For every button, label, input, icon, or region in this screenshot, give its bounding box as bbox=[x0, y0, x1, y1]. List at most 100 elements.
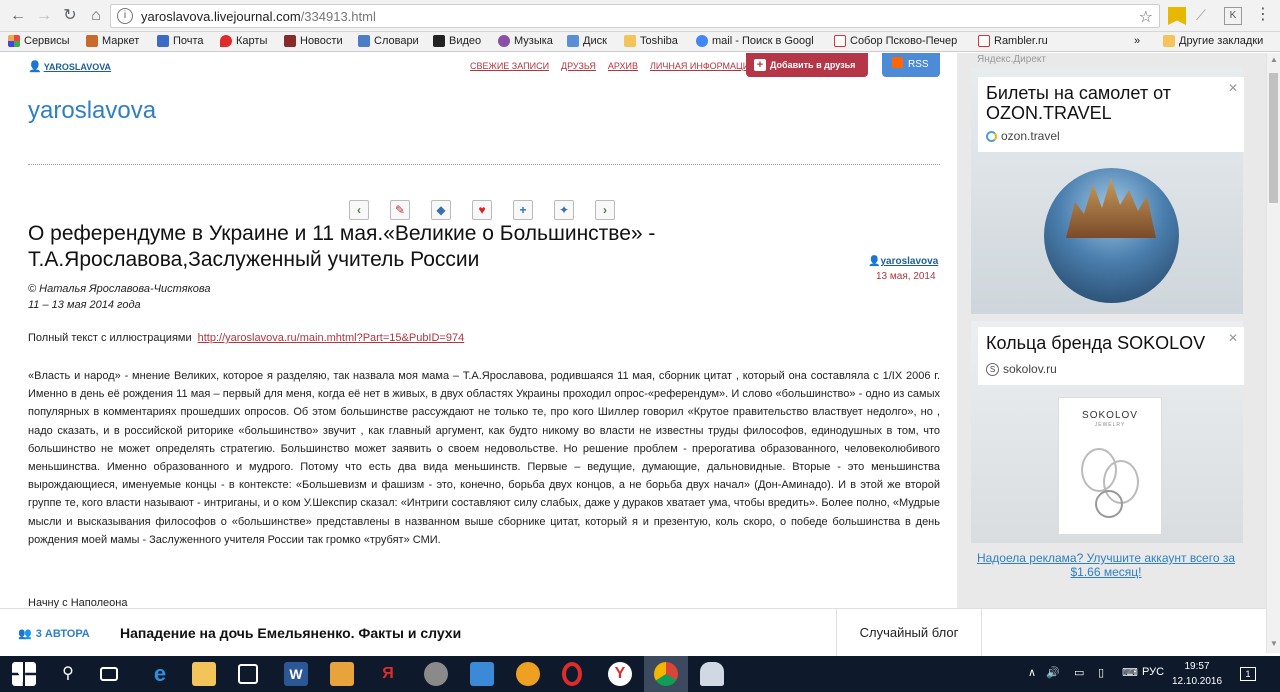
ad-sokolov-head[interactable]: Кольца бренда SOKOLOV Ssokolov.ru ✕ bbox=[978, 327, 1244, 385]
previous-icon[interactable]: ‹ bbox=[349, 200, 369, 220]
store-icon[interactable] bbox=[238, 664, 258, 684]
post-byline: © Наталья Ярославова-Чистякова 11 – 13 м… bbox=[28, 281, 211, 313]
ad-sokolov[interactable]: Кольца бренда SOKOLOV Ssokolov.ru ✕ SOKO… bbox=[971, 321, 1244, 543]
odnoklassniki-icon[interactable] bbox=[516, 662, 540, 686]
next-icon[interactable]: › bbox=[595, 200, 615, 220]
battery-icon[interactable]: ▯ bbox=[1098, 666, 1104, 679]
edit-pencil-icon[interactable]: ✎ bbox=[390, 200, 410, 220]
bookmark-maps[interactable]: Карты bbox=[220, 35, 267, 47]
reload-icon[interactable]: ↻ bbox=[60, 6, 80, 26]
app-icon[interactable] bbox=[424, 662, 448, 686]
ozon-icon bbox=[986, 130, 997, 142]
page-scrollbar[interactable]: ▲ ▼ bbox=[1266, 53, 1280, 653]
headline-link[interactable]: Нападение на дочь Емельяненко. Факты и с… bbox=[120, 625, 461, 641]
volume-icon[interactable]: 🔊 bbox=[1046, 666, 1060, 679]
lj-user-link[interactable]: 👤 YAROSLAVOVA bbox=[28, 60, 111, 73]
opera-icon[interactable] bbox=[562, 662, 582, 686]
notification-icon[interactable]: 1 bbox=[1240, 667, 1256, 681]
extension-icon[interactable]: ⟋ bbox=[1196, 7, 1214, 25]
blog-title[interactable]: yaroslavova bbox=[28, 97, 156, 125]
bookmark-flag-icon[interactable] bbox=[1168, 7, 1186, 25]
back-icon[interactable]: ← bbox=[8, 6, 28, 26]
extension-k-icon[interactable]: K bbox=[1224, 7, 1242, 25]
ad-sokolov-domain[interactable]: Ssokolov.ru bbox=[986, 362, 1057, 376]
heart-icon[interactable]: ♥ bbox=[472, 200, 492, 220]
ad-ozon-domain[interactable]: ozon.travel bbox=[986, 129, 1060, 143]
bookmark-other[interactable]: Другие закладки bbox=[1163, 35, 1263, 47]
ad-sokolov-image[interactable]: SOKOLOV JEWELRY bbox=[1058, 397, 1162, 535]
tray-chevron-icon[interactable]: ∧ bbox=[1028, 666, 1036, 679]
network-icon[interactable]: ▭ bbox=[1074, 666, 1084, 679]
yandex-icon bbox=[978, 35, 990, 47]
mail-app-icon[interactable] bbox=[470, 662, 494, 686]
rss-button[interactable]: RSS bbox=[882, 53, 940, 77]
nav-archive[interactable]: АРХИВ bbox=[608, 61, 638, 71]
menu-icon[interactable]: ⋮ bbox=[1254, 7, 1272, 25]
bookmark-video[interactable]: Видео bbox=[433, 35, 481, 47]
tag-icon[interactable]: ◆ bbox=[431, 200, 451, 220]
ad-ozon-title[interactable]: Билеты на самолет от OZON.TRAVEL bbox=[986, 83, 1216, 123]
bookmark-music[interactable]: Музыка bbox=[498, 35, 553, 47]
scroll-up-icon[interactable]: ▲ bbox=[1269, 55, 1279, 64]
word-icon[interactable]: W bbox=[284, 662, 308, 686]
close-icon[interactable]: ✕ bbox=[1228, 331, 1238, 345]
lj-user-name[interactable]: YAROSLAVOVA bbox=[44, 62, 111, 72]
yandex-icon[interactable]: Y bbox=[608, 662, 632, 686]
fulltext-link[interactable]: http://yaroslavova.ru/main.mhtml?Part=15… bbox=[198, 332, 465, 344]
bookmark-star-icon[interactable]: ☆ bbox=[1139, 7, 1153, 27]
scrollbar-thumb[interactable] bbox=[1269, 73, 1278, 203]
nav-friends[interactable]: ДРУЗЬЯ bbox=[561, 61, 596, 71]
authors-link[interactable]: 👥 3 АВТОРА bbox=[18, 627, 90, 641]
paint-icon[interactable] bbox=[700, 662, 724, 686]
language-indicator[interactable]: РУС bbox=[1142, 666, 1164, 678]
nav-profile[interactable]: ЛИЧНАЯ ИНФОРМАЦИЯ bbox=[650, 61, 756, 71]
media-icon[interactable] bbox=[330, 662, 354, 686]
search-icon[interactable]: ⚲ bbox=[56, 662, 80, 686]
bookmark-dictionaries[interactable]: Словари bbox=[358, 35, 419, 47]
language-settings-icon[interactable]: ⌨ bbox=[1122, 666, 1138, 679]
random-blog-button[interactable]: Случайный блог bbox=[836, 609, 982, 657]
task-view-icon[interactable] bbox=[100, 667, 118, 681]
bookmark-apps[interactable]: Сервисы bbox=[8, 35, 70, 47]
map-pin-icon bbox=[220, 35, 232, 47]
ad-promo-link[interactable]: Надоела реклама? Улучшите аккаунт всего … bbox=[971, 551, 1241, 579]
bookmark-disk[interactable]: Диск bbox=[567, 35, 607, 47]
scroll-down-icon[interactable]: ▼ bbox=[1269, 639, 1279, 648]
forward-icon[interactable]: → bbox=[34, 6, 54, 26]
bookmark-rambler[interactable]: Rambler.ru bbox=[978, 35, 1048, 47]
folder-icon bbox=[624, 35, 636, 47]
bookmark-mail[interactable]: Почта bbox=[157, 35, 204, 47]
explorer-icon[interactable] bbox=[192, 662, 216, 686]
post-author-name[interactable]: yaroslavova bbox=[880, 256, 938, 267]
bottom-bar: 👥 3 АВТОРА Нападение на дочь Емельяненко.… bbox=[0, 608, 1266, 657]
address-bar[interactable]: i yaroslavova.livejournal.com/334913.htm… bbox=[110, 4, 1160, 28]
info-icon[interactable]: i bbox=[117, 8, 133, 24]
edge-icon[interactable]: e bbox=[148, 662, 172, 686]
add-friend-button[interactable]: + Добавить в друзья bbox=[746, 53, 868, 77]
home-icon[interactable]: ⌂ bbox=[86, 6, 106, 26]
post-author[interactable]: 👤yaroslavova bbox=[868, 256, 938, 267]
ad-ozon-head[interactable]: Билеты на самолет от OZON.TRAVEL ozon.tr… bbox=[978, 77, 1244, 152]
ad-ozon[interactable]: Билеты на самолет от OZON.TRAVEL ozon.tr… bbox=[971, 68, 1244, 314]
bookmark-google-search[interactable]: mail - Поиск в Googl bbox=[696, 35, 814, 47]
post-toolbar: ‹ ✎ ◆ ♥ + ✦ › bbox=[349, 200, 615, 220]
ad-sokolov-title[interactable]: Кольца бренда SOKOLOV bbox=[986, 333, 1226, 353]
url-text[interactable]: yaroslavova.livejournal.com/334913.html bbox=[141, 9, 376, 24]
bookmarks-overflow[interactable]: » bbox=[1134, 35, 1140, 47]
nav-recent[interactable]: СВЕЖИЕ ЗАПИСИ bbox=[470, 61, 549, 71]
bookmark-market[interactable]: Маркет bbox=[86, 35, 139, 47]
ad-ozon-image[interactable] bbox=[1044, 168, 1179, 303]
chrome-icon[interactable] bbox=[654, 662, 678, 686]
close-icon[interactable]: ✕ bbox=[1228, 81, 1238, 95]
bookmark-sobor[interactable]: Собор Псково-Печер bbox=[834, 35, 957, 47]
yandex-browser-icon[interactable]: Я bbox=[376, 662, 400, 686]
user-icon: 👤 bbox=[28, 61, 42, 73]
clock[interactable]: 19:57 12.10.2016 bbox=[1172, 659, 1222, 689]
yandex-icon bbox=[834, 35, 846, 47]
add-memory-icon[interactable]: + bbox=[513, 200, 533, 220]
bookmark-toshiba[interactable]: Toshiba bbox=[624, 35, 678, 47]
bookmark-news[interactable]: Новости bbox=[284, 35, 343, 47]
track-icon[interactable]: ✦ bbox=[554, 200, 574, 220]
start-icon[interactable] bbox=[12, 662, 36, 686]
rss-icon bbox=[892, 57, 903, 68]
